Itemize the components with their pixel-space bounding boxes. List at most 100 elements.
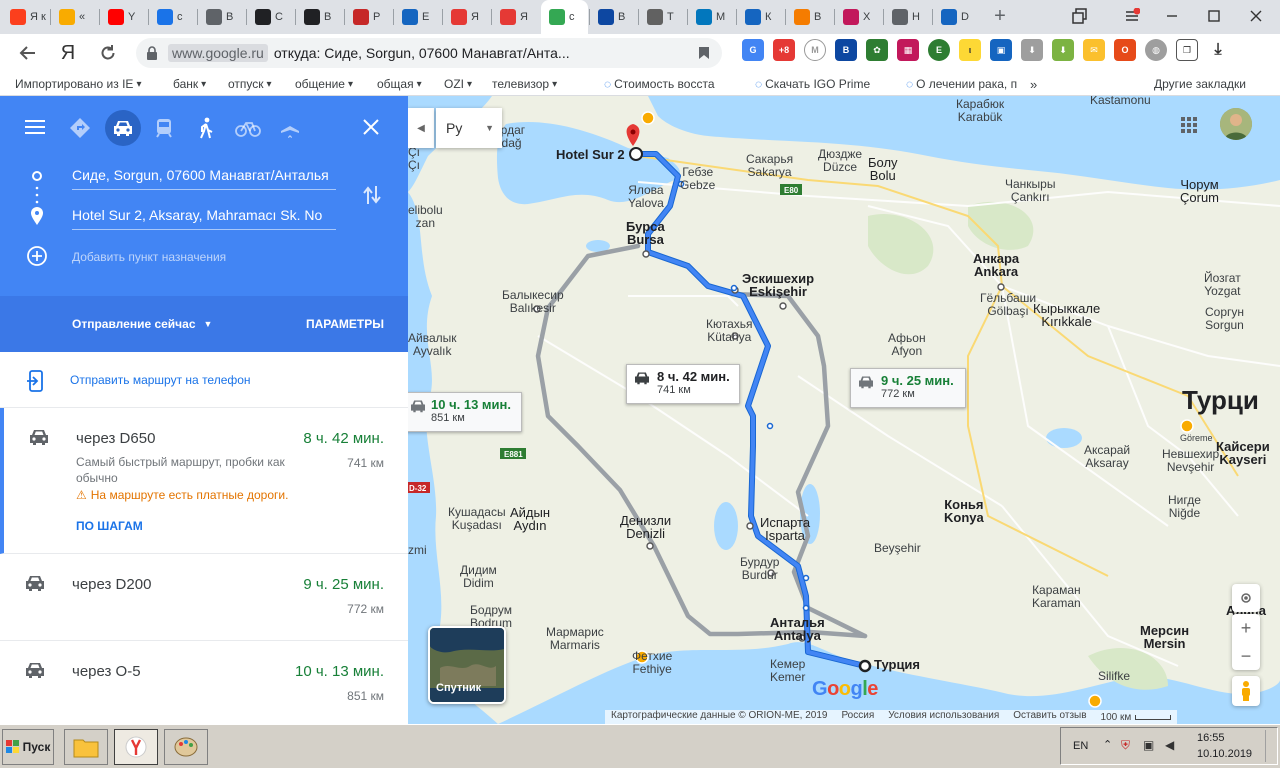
map-label-hotel[interactable]: Hotel Sur 2 (556, 148, 625, 161)
map[interactable]: E80 E881 D-32 Kastamonu Карабюк Karabük Сак… (408, 96, 1280, 724)
translate-icon[interactable]: G (742, 39, 764, 61)
download-gray-icon[interactable]: ⬇ (1021, 39, 1043, 61)
tab-14[interactable]: М (688, 0, 735, 34)
bookmark-9[interactable]: ◌ О лечении рака, п (906, 77, 1017, 91)
map-label-beysehir[interactable]: Beyşehir (874, 542, 921, 555)
map-label-yozgat[interactable]: Йозгат Yozgat (1204, 272, 1241, 298)
map-label-duzce[interactable]: Дюздже Düzce (818, 148, 862, 174)
route-option-0[interactable]: через D650 8 ч. 42 мин. 741 км Самый быстры… (0, 408, 408, 554)
show-desktop-button[interactable] (1265, 730, 1273, 762)
map-label-aydin[interactable]: Айдын Aydın (510, 506, 550, 532)
tab-10[interactable]: Я (492, 0, 539, 34)
map-label-turkey-country[interactable]: Турци (1182, 386, 1259, 414)
map-label-bursa[interactable]: Бурса Bursa (626, 220, 665, 246)
flight-mode-icon[interactable] (272, 110, 308, 146)
swap-icon[interactable] (362, 184, 382, 206)
route-option-1[interactable]: через D200 9 ч. 25 мин. 772 км (0, 554, 408, 641)
map-label-antalya[interactable]: Анталья Antalya (770, 616, 825, 642)
bookmark-3[interactable]: общение ▾ (292, 77, 353, 91)
map-label-turkey-marker[interactable]: Турция (874, 658, 920, 671)
best-mode-icon[interactable] (62, 110, 98, 146)
bookmark-1[interactable]: банк ▾ (170, 77, 206, 91)
map-label-gebze[interactable]: Гебзе Gebze (680, 166, 715, 192)
tab-15[interactable]: К (737, 0, 784, 34)
map-label-nigde[interactable]: Нигде Niğde (1168, 494, 1201, 520)
tab-2[interactable]: Y (100, 0, 147, 34)
bookmark-2[interactable]: отпуск ▾ (225, 77, 272, 91)
map-label-cankiri[interactable]: Чанкыры Çankırı (1005, 178, 1055, 204)
options-button[interactable]: ПАРАМЕТРЫ (306, 317, 384, 331)
my-location-button[interactable] (1232, 584, 1260, 612)
zoom-out-button[interactable]: − (1241, 642, 1252, 670)
bookmark-0[interactable]: Импортировано из IE ▾ (12, 77, 141, 91)
start-button[interactable]: Пуск (2, 729, 54, 765)
taskbar-explorer[interactable] (64, 729, 108, 765)
map-label-edirne-fragment[interactable]: elibolu zan (408, 204, 443, 230)
poi-goreme-icon[interactable] (1180, 419, 1194, 433)
map-label-didim[interactable]: Дидим Didim (460, 564, 497, 590)
pegman-button[interactable] (1232, 676, 1260, 706)
chat-icon[interactable]: ❐ (1176, 39, 1198, 61)
download-green-icon[interactable]: ⬇ (1052, 39, 1074, 61)
map-label-bolu[interactable]: Болу Bolu (868, 156, 898, 182)
route-callout-o5[interactable]: 10 ч. 13 мин. 851 км (408, 392, 522, 432)
map-label-kusadasi[interactable]: Кушадасы Kuşadası (448, 506, 506, 532)
tab-17[interactable]: Х (835, 0, 882, 34)
map-label-sorgun[interactable]: Соргун Sorgun (1205, 306, 1244, 332)
destination-input[interactable]: Hotel Sur 2, Aksaray, Mahramacı Sk. No (72, 200, 336, 230)
map-label-yalova[interactable]: Ялова Yalova (628, 184, 664, 210)
map-label-karabuk[interactable]: Карабюк Karabük (956, 98, 1004, 124)
tab-19[interactable]: D (933, 0, 980, 34)
map-label-zmi-fragment[interactable]: zmi (408, 544, 427, 557)
tab-9[interactable]: Я (443, 0, 490, 34)
map-label-ayvalik[interactable]: Айвалык Ayvalık (408, 332, 457, 358)
m-icon[interactable]: M (804, 39, 826, 61)
tab-8[interactable]: Е (394, 0, 441, 34)
map-label-canakkale[interactable]: Çı Çı (408, 146, 420, 172)
map-label-isparta[interactable]: Испарта Isparta (760, 516, 810, 542)
notifications-icon[interactable]: +8 (773, 39, 795, 61)
globe-icon[interactable]: ◍ (1145, 39, 1167, 61)
tab-13[interactable]: Т (639, 0, 686, 34)
download-icon[interactable]: ⤓ (1207, 39, 1229, 61)
map-label-silifke[interactable]: Silifke (1098, 670, 1130, 683)
map-label-eskisehir[interactable]: Эскишехир Eskişehir (742, 272, 814, 298)
map-label-konya[interactable]: Конья Konya (944, 498, 984, 524)
collapse-panel-button[interactable]: ◀ (408, 108, 434, 148)
transit-mode-icon[interactable] (146, 110, 182, 146)
taskbar-paint[interactable] (164, 729, 208, 765)
map-label-denizli[interactable]: Денизли Denizli (620, 514, 671, 540)
walk-mode-icon[interactable] (188, 110, 224, 146)
map-label-kayseri[interactable]: Кайсери Kayseri (1216, 440, 1270, 466)
back-button[interactable] (12, 37, 44, 69)
language-indicator[interactable]: EN (1073, 740, 1088, 752)
car-mode-icon[interactable] (105, 110, 141, 146)
feedback-link[interactable]: Оставить отзыв (1013, 710, 1086, 724)
route-callout-d200[interactable]: 9 ч. 25 мин. 772 км (850, 368, 966, 408)
clock-date[interactable]: 10.10.2019 (1197, 748, 1252, 760)
office-icon[interactable]: O (1114, 39, 1136, 61)
tab-16[interactable]: В (786, 0, 833, 34)
tab-4[interactable]: В (198, 0, 245, 34)
bookmark-8[interactable]: ◌ Скачать IGO Prime (755, 77, 870, 91)
map-label-marmaris[interactable]: Мармарис Marmaris (546, 626, 604, 652)
clover-icon[interactable]: ✿ (866, 39, 888, 61)
apps-grid-icon[interactable] (1180, 116, 1200, 136)
map-label-goreme[interactable]: Göreme (1180, 432, 1213, 445)
steps-button[interactable]: ПО ШАГАМ (76, 519, 143, 533)
tray-security-icon[interactable]: ⛨ (1121, 738, 1130, 753)
bookmark-icon[interactable] (698, 46, 710, 63)
bookmark-4[interactable]: общая ▾ (374, 77, 422, 91)
origin-input[interactable]: Сиде, Sorgun, 07600 Манавгат/Анталья (72, 160, 336, 190)
star-marker-icon[interactable] (641, 111, 655, 125)
bookmark-6[interactable]: телевизор ▾ (489, 77, 557, 91)
map-label-sakarya[interactable]: Сакарья Sakarya (746, 153, 793, 179)
map-label-karaman[interactable]: Караман Karaman (1032, 584, 1081, 610)
taskbar-browser[interactable] (114, 729, 158, 765)
evernote-icon[interactable]: E (928, 39, 950, 61)
new-tab-button[interactable]: + (988, 4, 1012, 28)
avatar[interactable] (1220, 108, 1252, 140)
map-label-kastamonu[interactable]: Kastamonu (1090, 96, 1151, 107)
bookmark-5[interactable]: OZI ▾ (441, 77, 472, 91)
bike-mode-icon[interactable] (230, 110, 266, 146)
